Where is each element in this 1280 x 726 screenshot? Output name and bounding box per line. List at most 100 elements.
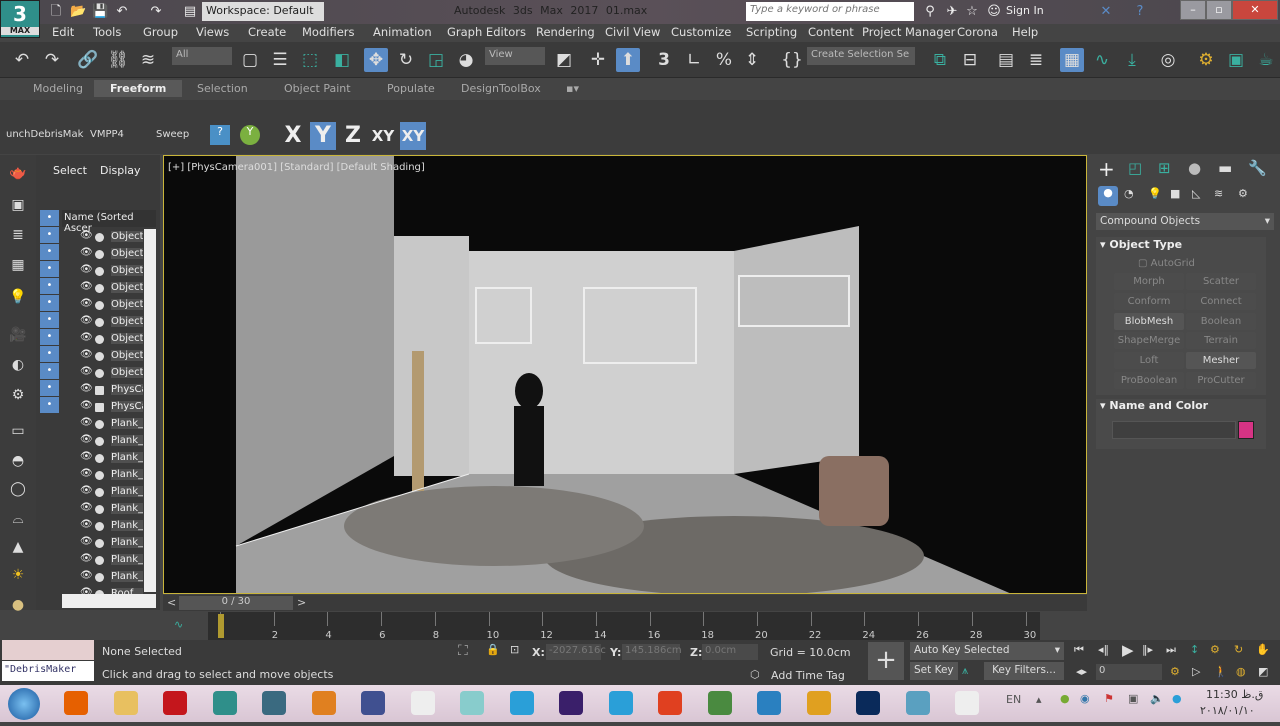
mesher-button[interactable]: Mesher bbox=[1186, 352, 1256, 370]
taskbar-telegram-icon[interactable] bbox=[601, 687, 641, 720]
menu-project-manager[interactable]: Project Manager bbox=[862, 25, 955, 39]
search-input[interactable]: Type a keyword or phrase bbox=[746, 2, 914, 21]
axis-x-button[interactable]: X bbox=[280, 122, 306, 150]
key-tangent-icon[interactable]: ⩚ bbox=[962, 664, 968, 678]
taskbar-3dsmax-icon[interactable] bbox=[205, 687, 245, 720]
explorer-tab-select[interactable]: Select bbox=[53, 164, 87, 177]
select-move-icon[interactable]: ✥ bbox=[364, 48, 388, 72]
time-slider-thumb[interactable]: 0 / 30 bbox=[179, 596, 293, 610]
previous-frame-icon[interactable]: ◂‖ bbox=[1098, 643, 1109, 656]
orbit-camera-icon[interactable]: ◍ bbox=[1236, 665, 1246, 678]
tab-modeling[interactable]: Modeling bbox=[33, 82, 83, 95]
menu-rendering[interactable]: Rendering bbox=[536, 25, 595, 39]
terrain-button[interactable]: Terrain bbox=[1186, 332, 1256, 350]
autogrid-checkbox[interactable]: ▢ AutoGrid bbox=[1138, 258, 1195, 269]
dome-icon[interactable]: ◓ bbox=[8, 453, 28, 473]
visibility-eye-icon[interactable]: 👁 bbox=[80, 553, 93, 564]
keyboard-shortcut-override-icon[interactable]: ⬆ bbox=[616, 48, 640, 72]
helpers-icon[interactable]: ◺ bbox=[1192, 187, 1200, 200]
filter-hidden-icon[interactable]: • bbox=[40, 397, 59, 413]
menu-corona[interactable]: Corona bbox=[957, 25, 998, 39]
cameras-icon[interactable]: ■ bbox=[1170, 187, 1180, 200]
percent-snap-icon[interactable]: % bbox=[712, 48, 736, 72]
workspace-dropdown[interactable]: Workspace: Default bbox=[202, 2, 324, 21]
mirror-icon[interactable]: ⧉ bbox=[928, 48, 952, 72]
menu-tools[interactable]: Tools bbox=[93, 25, 121, 39]
category-dropdown[interactable]: Compound Objects ▾ bbox=[1096, 213, 1274, 230]
scene-explorer-icon[interactable]: ▦ bbox=[1060, 48, 1084, 72]
current-frame-field[interactable]: 0 bbox=[1096, 664, 1162, 680]
menu-edit[interactable]: Edit bbox=[52, 25, 74, 39]
connect-button[interactable]: Connect bbox=[1186, 292, 1256, 310]
object-name-input[interactable] bbox=[1112, 421, 1236, 439]
cone-icon[interactable]: ▲ bbox=[8, 539, 28, 559]
absolute-mode-icon[interactable]: ⊡ bbox=[510, 643, 519, 656]
undo-icon[interactable]: ↶ bbox=[114, 4, 130, 19]
maxscript-mini-listener[interactable]: "DebrisMaker bbox=[2, 661, 94, 681]
render-production-icon[interactable]: ☕ bbox=[1254, 48, 1278, 72]
sign-in-link[interactable]: Sign In bbox=[1006, 4, 1044, 17]
axis-constraint-toggle[interactable]: XY bbox=[400, 122, 426, 150]
prev-frame-icon[interactable]: < bbox=[167, 596, 176, 609]
go-to-end-icon[interactable]: ⏭ bbox=[1166, 643, 1176, 657]
filter-bones-icon[interactable]: • bbox=[40, 346, 59, 362]
taskbar-explorer-icon[interactable] bbox=[106, 687, 146, 720]
visibility-eye-icon[interactable]: 👁 bbox=[80, 332, 93, 343]
rectangle-selection-icon[interactable]: ⬚ bbox=[298, 48, 322, 72]
list-item[interactable]: 👁 Object bbox=[62, 314, 144, 331]
frame-step-icon[interactable]: ◂▸ bbox=[1076, 665, 1087, 678]
name-color-header[interactable]: ▾ Name and Color bbox=[1100, 399, 1208, 412]
menu-civil-view[interactable]: Civil View bbox=[605, 25, 660, 39]
axis-y-button[interactable]: Y bbox=[310, 122, 336, 150]
key-filters-button[interactable]: Key Filters... bbox=[984, 662, 1064, 680]
motion-tab-icon[interactable]: ● bbox=[1188, 159, 1201, 177]
sun-icon[interactable]: ☀ bbox=[8, 567, 28, 587]
filter-space-warps-icon[interactable]: • bbox=[40, 295, 59, 311]
list-item[interactable]: 👁 PhysCamera bbox=[62, 382, 144, 399]
tray-app-icon[interactable]: ● bbox=[1060, 692, 1070, 705]
plugin-tool-icon[interactable]: Y bbox=[240, 125, 260, 145]
schematic-view-icon[interactable]: ⤓ bbox=[1120, 48, 1144, 72]
geometry-icon[interactable]: ● bbox=[1098, 186, 1118, 206]
procutter-button[interactable]: ProCutter bbox=[1186, 372, 1256, 389]
window-crossing-icon[interactable]: ◧ bbox=[330, 48, 354, 72]
tab-selection[interactable]: Selection bbox=[197, 82, 248, 95]
basket-icon[interactable]: ⌓ bbox=[8, 511, 28, 531]
manipulate-icon[interactable]: ✛ bbox=[586, 48, 610, 72]
loft-button[interactable]: Loft bbox=[1114, 352, 1184, 370]
app-logo-menu[interactable]: 3 MAX bbox=[0, 0, 40, 38]
tab-object-paint[interactable]: Object Paint bbox=[284, 82, 351, 95]
conform-button[interactable]: Conform bbox=[1114, 292, 1184, 310]
edit-named-selections-icon[interactable]: {} bbox=[780, 48, 804, 72]
menu-help[interactable]: Help bbox=[1012, 25, 1038, 39]
maximize-viewport-icon[interactable]: ◩ bbox=[1258, 665, 1268, 678]
new-file-icon[interactable]: 🗋 bbox=[48, 4, 64, 19]
key-mode-toggle-icon[interactable]: ↕ bbox=[1190, 643, 1199, 656]
placement-icon[interactable]: ◕ bbox=[454, 48, 478, 72]
script-tool-icon[interactable]: ? bbox=[210, 125, 230, 145]
visibility-eye-icon[interactable]: 👁 bbox=[80, 230, 93, 241]
taskbar-chrome-icon[interactable] bbox=[799, 687, 839, 720]
bind-space-warp-icon[interactable]: ≋ bbox=[136, 48, 160, 72]
list-item[interactable]: 👁 Object bbox=[62, 229, 144, 246]
taskbar-paint-icon[interactable] bbox=[452, 687, 492, 720]
tray-flag-icon[interactable]: ⚑ bbox=[1104, 692, 1114, 705]
axis-xy-button[interactable]: XY bbox=[370, 122, 396, 150]
taskbar-stack-icon[interactable] bbox=[749, 687, 789, 720]
reference-coordinate-dropdown[interactable]: View bbox=[485, 47, 545, 65]
selection-filter-dropdown[interactable]: All bbox=[172, 47, 232, 65]
list-item[interactable]: 👁 Plank_ bbox=[62, 416, 144, 433]
list-item[interactable]: 👁 Object bbox=[62, 331, 144, 348]
language-indicator[interactable]: EN bbox=[1006, 693, 1021, 706]
named-selection-dropdown[interactable]: Create Selection Se bbox=[807, 47, 915, 65]
sphere-icon[interactable]: ◯ bbox=[8, 481, 28, 501]
box-icon[interactable]: ▭ bbox=[8, 423, 28, 443]
create-tab-icon[interactable]: + bbox=[1098, 157, 1115, 181]
tab-designtoolbox[interactable]: DesignToolBox bbox=[461, 82, 541, 95]
name-column-header[interactable]: Name (Sorted Ascer bbox=[62, 210, 156, 234]
taskbar-photo-viewer-icon[interactable] bbox=[898, 687, 938, 720]
taskbar-winrar-icon[interactable] bbox=[353, 687, 393, 720]
binoculars-icon[interactable]: ⚲ bbox=[922, 4, 938, 19]
undo-icon[interactable]: ↶ bbox=[10, 48, 34, 72]
close-button[interactable]: ✕ bbox=[1232, 0, 1278, 20]
